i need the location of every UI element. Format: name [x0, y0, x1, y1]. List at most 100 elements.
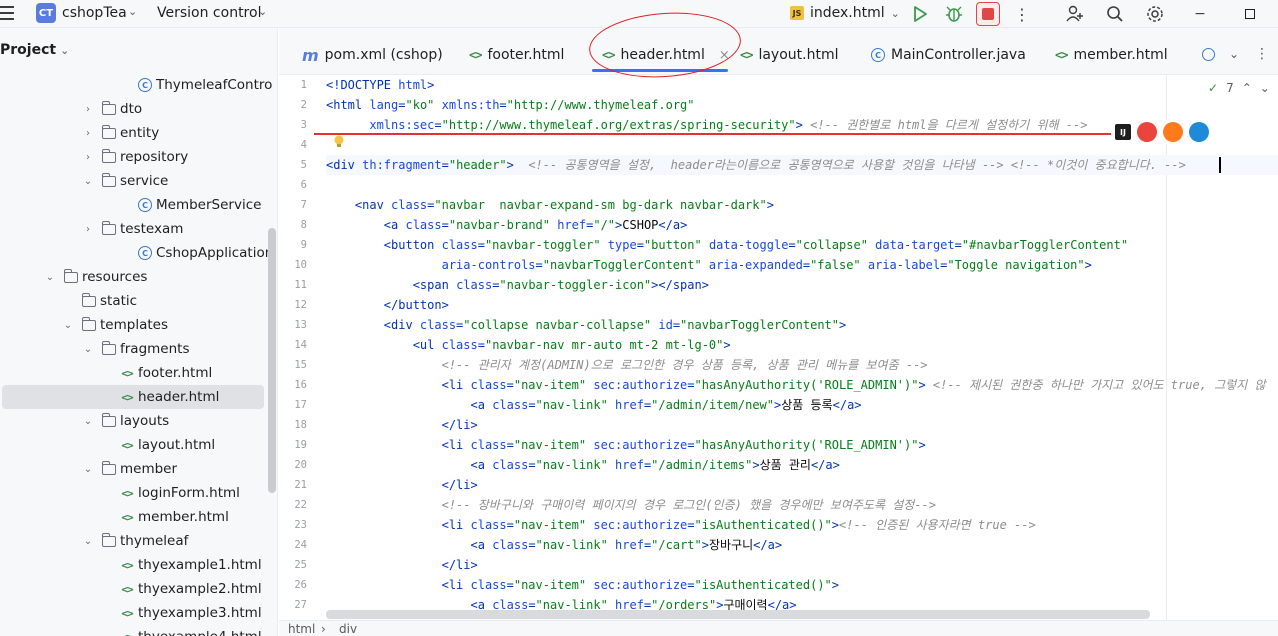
line-number: 8 — [300, 219, 307, 231]
tree-item-label: header.html — [138, 389, 220, 405]
firefox-icon[interactable] — [1163, 122, 1183, 142]
chevron-down-icon[interactable]: ⌄ — [82, 536, 94, 547]
chevron-right-icon[interactable]: › — [82, 224, 94, 235]
tree-item-label: thyexample3.html — [138, 605, 262, 621]
tree-item[interactable]: <> thyexample4.html — [0, 625, 266, 636]
editor-tab[interactable]: C MainController.java — [871, 44, 1026, 66]
debug-icon[interactable] — [944, 4, 964, 24]
chevron-up-icon[interactable]: ⌃ — [1242, 81, 1252, 95]
tree-item[interactable]: ⌄ service — [0, 169, 266, 193]
tree-item[interactable]: <> loginForm.html — [0, 481, 266, 505]
tree-item[interactable]: static — [0, 289, 266, 313]
search-icon[interactable] — [1105, 4, 1125, 24]
tab-list-chevron-icon[interactable]: ⌄ — [1224, 44, 1244, 64]
tree-item[interactable]: › repository — [0, 145, 266, 169]
chevron-right-icon[interactable]: › — [82, 128, 94, 139]
code-token: "collapse navbar-collapse" — [463, 318, 659, 332]
chrome-icon[interactable] — [1137, 122, 1157, 142]
tree-item[interactable]: <> member.html — [0, 505, 266, 529]
editor-tab[interactable]: <> layout.html — [740, 44, 838, 66]
chevron-right-icon[interactable]: › — [82, 104, 94, 115]
chevron-down-icon[interactable]: ⌄ — [82, 176, 94, 187]
editor-options-icon[interactable]: ⋮ — [1252, 44, 1272, 64]
code-token: xmlns:th — [441, 98, 500, 112]
tree-item[interactable]: <> layout.html — [0, 433, 266, 457]
chevron-down-icon[interactable]: ⌄ — [128, 5, 137, 18]
vertical-scrollbar[interactable] — [268, 228, 276, 493]
line-number: 7 — [300, 199, 307, 211]
intellij-icon[interactable]: IJ — [1115, 124, 1131, 140]
tree-item[interactable]: ⌄ thymeleaf — [0, 529, 266, 553]
inspection-widget[interactable]: ✓ 7 ⌃ ⌄ — [1208, 81, 1270, 95]
maximize-icon[interactable] — [1240, 4, 1260, 24]
tree-item[interactable]: › entity — [0, 121, 266, 145]
stop-icon[interactable] — [976, 2, 1000, 26]
code-token: "navbar-toggler-icon" — [499, 278, 652, 292]
code-token: "navbar-brand" — [448, 218, 558, 232]
tree-item[interactable]: ⌄ resources — [0, 265, 266, 289]
tree-item[interactable]: › testexam — [0, 217, 266, 241]
code-token: > — [839, 318, 847, 332]
chevron-down-icon[interactable]: ⌄ — [258, 5, 267, 18]
html-icon: <> — [121, 582, 133, 596]
tree-item[interactable]: <> thyexample3.html — [0, 601, 266, 625]
tree-item[interactable]: C CshopApplication — [0, 241, 273, 265]
code-token: "#navbarTogglerContent" — [961, 238, 1129, 252]
tree-item[interactable]: <> thyexample1.html — [0, 553, 266, 577]
tree-item[interactable]: ⌄ member — [0, 457, 266, 481]
intention-bulb-icon[interactable] — [333, 135, 345, 149]
edge-icon[interactable] — [1189, 122, 1209, 142]
text-caret — [1219, 157, 1221, 173]
horizontal-scrollbar[interactable] — [326, 610, 1150, 619]
chevron-right-icon[interactable]: › — [82, 152, 94, 163]
line-number: 22 — [294, 499, 307, 511]
breadcrumb-div[interactable]: div — [339, 622, 357, 636]
chevron-down-icon[interactable]: ⌄ — [44, 272, 56, 283]
editor-tab[interactable]: <> member.html — [1055, 44, 1168, 66]
project-name[interactable]: cshopTea — [62, 5, 127, 21]
settings-gear-icon[interactable] — [1145, 4, 1165, 24]
tree-item-label: repository — [120, 149, 189, 165]
project-panel-header[interactable]: Project ⌄ — [0, 42, 69, 58]
main-menu-icon[interactable] — [0, 6, 16, 20]
code-editor[interactable]: <!DOCTYPE html> <html lang="ko" xmlns:th=… — [326, 75, 1278, 620]
minimize-icon[interactable]: − — [1190, 4, 1210, 24]
tree-item[interactable]: C MemberService — [0, 193, 266, 217]
line-number: 5 — [300, 159, 307, 171]
tree-item-label: MemberService — [156, 197, 262, 213]
project-badge[interactable]: CT — [36, 3, 56, 23]
editor-tab[interactable]: <> footer.html — [469, 44, 564, 66]
add-user-icon[interactable] — [1065, 4, 1085, 24]
code-line: <a class="nav-link" href="/admin/item/ne… — [326, 395, 862, 415]
editor-tab[interactable]: m pom.xml (cshop) — [302, 44, 443, 66]
version-control-menu[interactable]: Version control — [157, 5, 261, 21]
tree-item[interactable]: <> header.html — [2, 385, 264, 409]
chevron-down-icon[interactable]: ⌄ — [82, 464, 94, 475]
tree-item[interactable]: <> thyexample2.html — [0, 577, 266, 601]
more-actions-icon[interactable]: ⋮ — [1012, 4, 1032, 24]
chevron-down-icon[interactable]: ⌄ — [62, 320, 74, 331]
more-tabs-class-icon[interactable] — [1198, 44, 1218, 64]
tree-item[interactable]: ⌄ layouts — [0, 409, 266, 433]
chevron-down-icon[interactable]: ⌄ — [60, 44, 69, 57]
tree-item[interactable]: › dto — [0, 97, 266, 121]
chevron-down-icon[interactable]: ⌄ — [82, 344, 94, 355]
chevron-down-icon[interactable]: ⌄ — [82, 416, 94, 427]
code-token: "http://www.thymeleaf.org" — [506, 98, 695, 112]
breadcrumb-html[interactable]: html — [288, 622, 315, 636]
run-icon[interactable] — [910, 4, 930, 24]
run-configuration-selector[interactable]: JS index.html ⌄ — [790, 5, 900, 21]
tree-item[interactable]: ⌄ fragments — [0, 337, 266, 361]
tree-item[interactable]: ⌄ templates — [0, 313, 266, 337]
tree-item[interactable]: C ThymeleafContro — [0, 73, 272, 97]
code-token: sec:authorize — [593, 438, 688, 452]
code-token: "http://www.thymeleaf.org/extras/spring-… — [441, 118, 796, 132]
tree-item[interactable]: <> footer.html — [0, 361, 266, 385]
project-tool-window: Project ⌄ C ThymeleafContro › dto › entity › rep… — [0, 28, 278, 636]
code-token: type — [607, 238, 637, 252]
chevron-down-icon[interactable]: ⌄ — [1260, 81, 1270, 95]
code-token: aria-label — [867, 258, 941, 272]
